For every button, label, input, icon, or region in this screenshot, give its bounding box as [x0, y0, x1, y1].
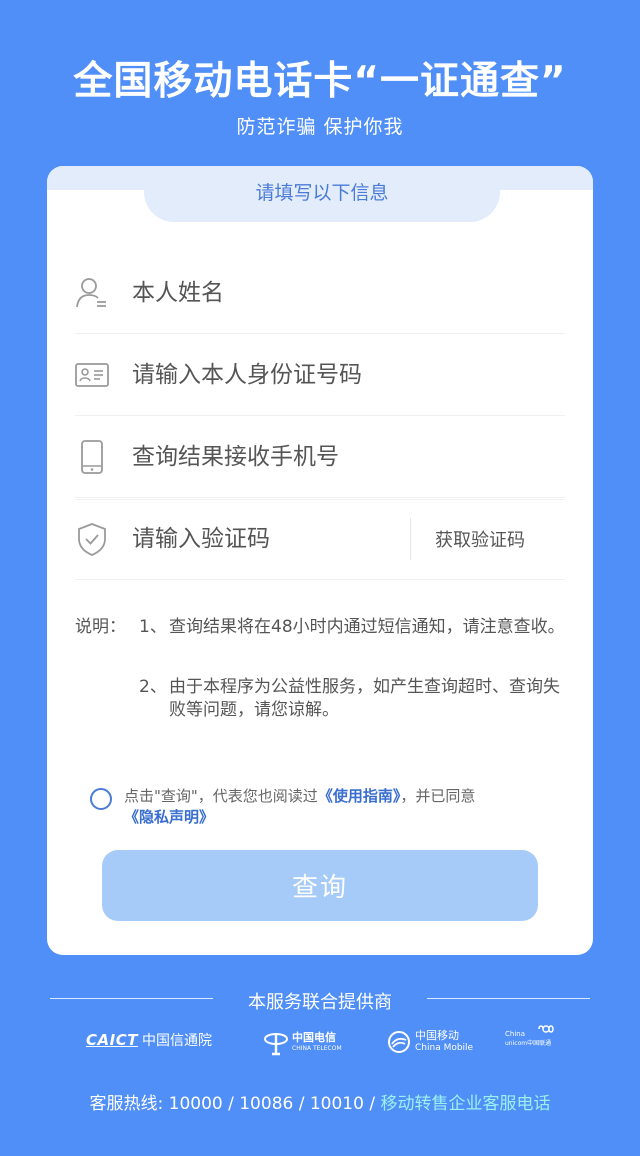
shield-check-icon — [78, 523, 106, 556]
note-item: 1、 查询结果将在48小时内通过短信通知，请注意查收。 — [139, 616, 569, 639]
telecom-text: 中国电信 CHINA TELECOM — [292, 1032, 342, 1054]
code-field: 获取验证码 — [75, 498, 565, 580]
page-title: 全国移动电话卡“一证通查” — [73, 59, 567, 104]
query-button[interactable]: 查询 — [102, 850, 538, 921]
caict-name: 中国信通院 — [141, 1033, 212, 1049]
telecom-en: CHINA TELECOM — [292, 1045, 342, 1052]
mobile-name: 中国移动 — [415, 1029, 459, 1042]
notes-label: 说明： — [75, 617, 126, 637]
resale-hotline-link[interactable]: 移动转售企业客服电话 — [380, 1094, 550, 1114]
telecom-name: 中国电信 — [292, 1031, 336, 1044]
id-card-icon — [75, 363, 109, 387]
unicom-logo: China unicom中国联通 — [505, 1025, 557, 1048]
providers-title: 本服务联合提供商 — [248, 992, 392, 1013]
phone-field — [75, 416, 565, 498]
id-field — [75, 334, 565, 416]
agreement-prefix: 点击"查询"，代表您也阅读过 — [124, 787, 318, 805]
caict-logo: CAICT 中国信通院 — [86, 1030, 212, 1050]
mobile-en: China Mobile — [415, 1043, 474, 1053]
mobile-text: 中国移动 China Mobile — [415, 1030, 473, 1054]
user-icon — [76, 278, 106, 308]
agreement-text: 点击"查询"，代表您也阅读过《使用指南》，并已同意 — [90, 786, 560, 807]
note-item: 2、 由于本程序为公益性服务，如产生查询超时、查询失败等问题，请您谅解。 — [139, 676, 569, 722]
note-text: 查询结果将在48小时内通过短信通知，请注意查收。 — [169, 617, 565, 637]
get-code-button[interactable]: 获取验证码 — [435, 526, 525, 552]
id-number-input[interactable] — [132, 354, 452, 396]
hotline: 客服热线: 10000 / 10086 / 10010 / 移动转售企业客服电话 — [0, 1089, 640, 1114]
agreement-line-2: 《隐私声明》 — [88, 807, 558, 828]
phone-input[interactable] — [132, 436, 452, 478]
hotline-label: 客服热线: 10000 / 10086 / 10010 / — [89, 1094, 381, 1114]
page-subtitle: 防范诈骗 保护你我 — [236, 116, 404, 138]
code-divider — [410, 518, 411, 560]
agreement: 点击"查询"，代表您也阅读过《使用指南》，并已同意 《隐私声明》 — [90, 786, 560, 828]
unicom-knot-icon — [538, 1025, 554, 1033]
mobile-logo: 中国移动 China Mobile — [387, 1030, 473, 1054]
verification-code-input[interactable] — [132, 518, 392, 560]
note-number: 2、 — [139, 677, 167, 697]
name-field — [75, 252, 565, 334]
telecom-logo: 中国电信 CHINA TELECOM — [263, 1030, 342, 1056]
guide-link[interactable]: 《使用指南》 — [318, 787, 401, 805]
note-number: 1、 — [139, 617, 167, 637]
agreement-middle: ，并已同意 — [400, 787, 476, 805]
name-input[interactable] — [132, 272, 452, 314]
mobile-logo-icon — [388, 1031, 410, 1053]
note-text: 由于本程序为公益性服务，如产生查询超时、查询失败等问题，请您谅解。 — [169, 677, 560, 720]
privacy-link[interactable]: 《隐私声明》 — [124, 808, 214, 826]
phone-icon — [81, 440, 103, 474]
form-heading: 请填写以下信息 — [144, 166, 500, 222]
caict-mark: CAICT — [86, 1031, 138, 1049]
telecom-logo-icon — [264, 1033, 288, 1056]
form-card: 请填写以下信息 本人姓名 请输入本人身份证号码 查询结果接收手机号 请输入验证码… — [47, 166, 593, 955]
